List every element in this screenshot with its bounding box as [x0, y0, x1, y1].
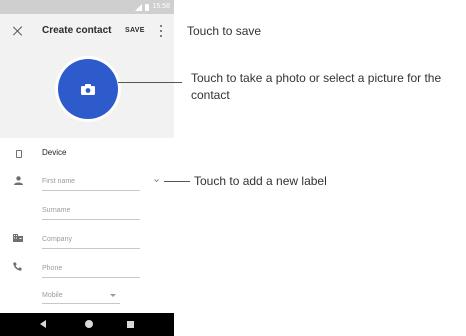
callout-photo: Touch to take a photo or select a pictur… — [191, 71, 442, 102]
callout-save: Touch to save — [187, 24, 262, 38]
contact-header: Create contact SAVE — [0, 14, 174, 138]
chevron-down-icon[interactable] — [154, 178, 159, 183]
phone-type-select[interactable]: Mobile — [42, 291, 120, 304]
device-icon — [16, 150, 22, 158]
company-field[interactable]: Company — [42, 234, 140, 249]
callout-photo-leader — [118, 82, 182, 83]
page-title: Create contact — [42, 25, 112, 36]
phone-screen: 15:58 Create contact SAVE Device First n… — [0, 0, 174, 336]
phone-icon — [13, 262, 22, 271]
navigation-bar — [0, 313, 174, 336]
person-icon — [14, 176, 23, 185]
phone-type-value: Mobile — [42, 292, 63, 299]
phone-field[interactable]: Phone — [42, 263, 140, 278]
company-icon — [13, 234, 23, 242]
save-button[interactable]: SAVE — [125, 24, 145, 38]
dropdown-arrow-icon — [110, 294, 116, 297]
status-icons: 15:58 — [135, 2, 170, 12]
add-photo-button[interactable] — [58, 59, 118, 119]
callout-label-leader — [164, 181, 190, 182]
status-bar: 15:58 — [0, 0, 174, 14]
back-icon[interactable] — [40, 320, 46, 328]
home-icon[interactable] — [85, 320, 93, 328]
first-name-field[interactable]: First name — [42, 176, 140, 191]
more-icon[interactable] — [159, 25, 163, 37]
status-time: 15:58 — [152, 3, 170, 10]
callout-label: Touch to add a new label — [194, 174, 327, 188]
battery-icon — [145, 3, 150, 11]
signal-icon — [135, 3, 143, 11]
close-icon[interactable] — [11, 24, 25, 38]
surname-field[interactable]: Surname — [42, 205, 140, 220]
camera-icon — [81, 84, 95, 95]
account-label[interactable]: Device — [42, 148, 66, 158]
recents-icon[interactable] — [127, 321, 134, 328]
